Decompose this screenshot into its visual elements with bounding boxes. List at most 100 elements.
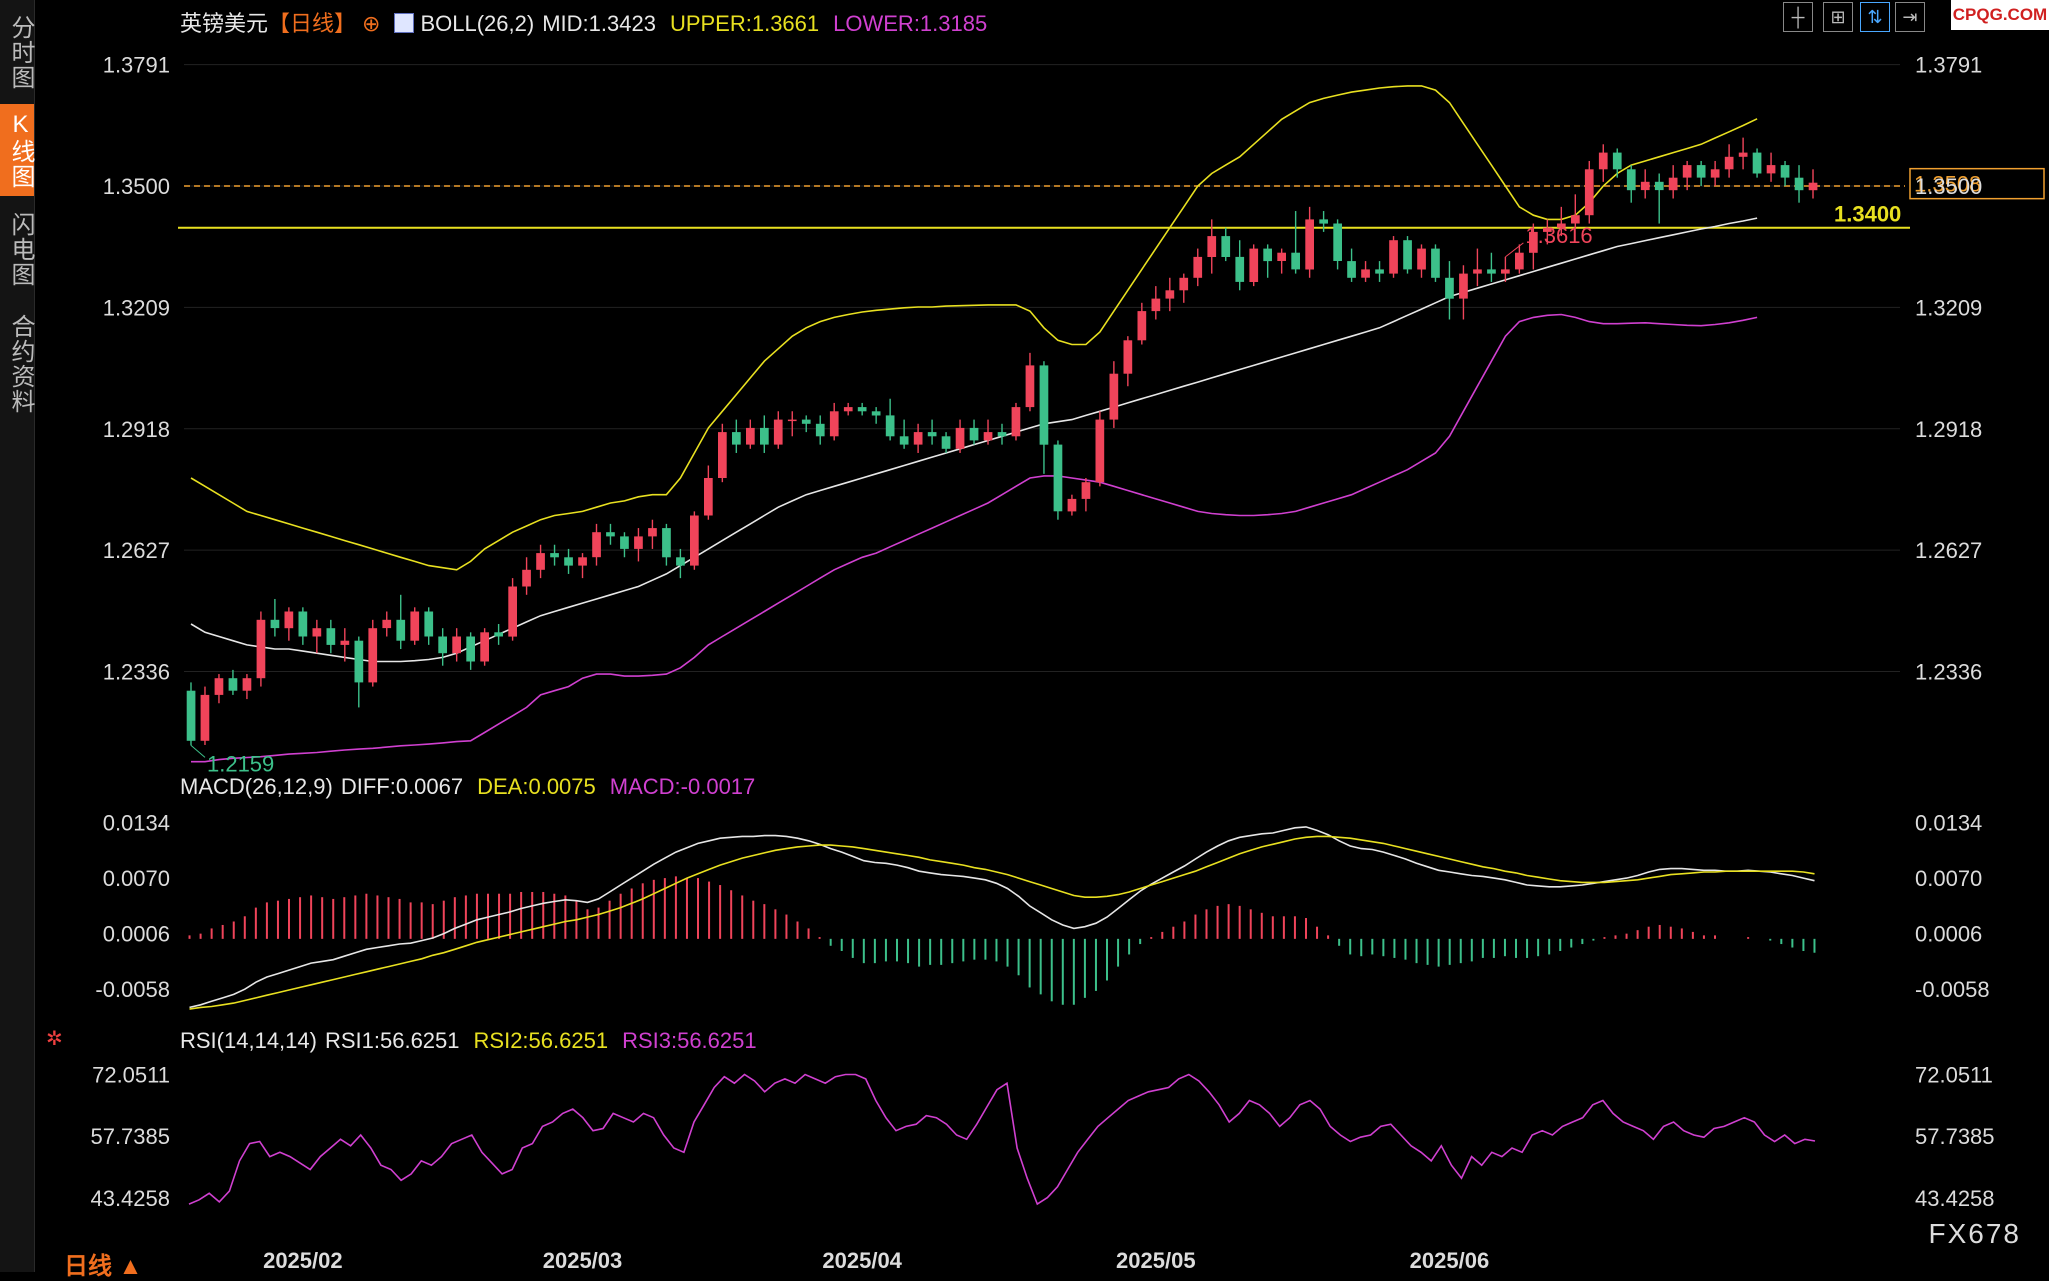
candle-body: [1445, 277, 1454, 299]
boll-title: BOLL(26,2): [420, 11, 535, 36]
candle-body: [1389, 240, 1398, 274]
date-label: 2025/05: [1116, 1248, 1196, 1272]
site-logo: CPQG.COM: [1951, 0, 2049, 30]
date-label: 2025/04: [822, 1248, 902, 1272]
candle-body: [1333, 223, 1342, 261]
zoom-fit-icon[interactable]: ⇥: [1895, 2, 1925, 32]
candle-body: [801, 419, 811, 424]
candle-body: [1710, 169, 1720, 178]
support-level-label: 1.3400: [1834, 202, 1901, 227]
candle-body: [1375, 269, 1384, 274]
candle-body: [284, 611, 294, 629]
candle-body: [1780, 165, 1790, 178]
candle-body: [1612, 152, 1622, 170]
candle-body: [997, 432, 1007, 437]
candle-body: [1249, 248, 1259, 282]
chart-canvas[interactable]: 1.34001.36161.21591.3508 1.3791 1.37911.3…: [0, 0, 2049, 1272]
boll-legend: 英镑美元【日线】 ⊕ BOLL(26,2) MID:1.3423 UPPER:1.366…: [180, 6, 1001, 38]
candle-body: [760, 427, 769, 445]
candle-body: [452, 636, 461, 654]
candle-body: [186, 690, 196, 741]
candle-body: [1640, 181, 1650, 191]
candle-body: [746, 427, 755, 445]
candle-body: [829, 411, 839, 437]
candle-body: [1361, 269, 1370, 278]
bar-chart-icon[interactable]: ⊞: [1823, 2, 1853, 32]
candle-body: [1473, 269, 1482, 274]
candle-body: [536, 553, 545, 570]
candle-body: [1584, 169, 1594, 216]
boll-indicator-icon[interactable]: [394, 13, 415, 33]
candle-body: [885, 415, 895, 437]
candle-body: [606, 532, 615, 537]
macd-tick-right: -0.0058: [1915, 977, 1990, 1002]
candle-body: [522, 569, 531, 587]
low-marker-leader: [190, 745, 206, 758]
price-tick-left: 1.2627: [103, 538, 170, 563]
rsi1-value: RSI1:56.6251: [324, 1028, 460, 1053]
macd-tick-right: 0.0134: [1915, 811, 1982, 836]
compare-icon[interactable]: ⇅: [1860, 2, 1890, 32]
candle-body: [1291, 252, 1300, 270]
candle-body: [815, 423, 825, 437]
candle-body: [242, 678, 252, 691]
candle-body: [1752, 152, 1762, 174]
price-tick-left: 1.2918: [103, 417, 170, 442]
candle-body: [941, 436, 951, 449]
candle-body: [410, 611, 420, 641]
macd-tick-left: -0.0058: [95, 977, 170, 1002]
candle-body: [1459, 273, 1468, 299]
candle-body: [200, 694, 210, 741]
plus-circle-icon[interactable]: ⊕: [362, 11, 380, 36]
candle-body: [354, 640, 364, 683]
candle-body: [1431, 248, 1440, 278]
macd-title: MACD(26,12,9): [180, 774, 333, 799]
rsi3-value: RSI3:56.6251: [622, 1028, 757, 1053]
candle-body: [1039, 365, 1049, 445]
candle-body: [1277, 252, 1286, 261]
candle-body: [228, 678, 238, 691]
candle-body: [662, 528, 671, 558]
candle-body: [1221, 236, 1231, 257]
candle-body: [1501, 269, 1510, 274]
macd-tick-left: 0.0134: [103, 811, 170, 836]
candle-body: [1081, 482, 1091, 499]
candle-body: [1207, 236, 1217, 257]
high-price-label: 1.3616: [1525, 223, 1592, 248]
candle-body: [214, 678, 224, 695]
rsi-legend: RSI(14,14,14) RSI1:56.6251 RSI2:56.6251 RSI…: [180, 1028, 771, 1054]
candle-body: [564, 557, 573, 566]
rsi-tick-left: 72.0511: [92, 1062, 170, 1087]
candle-body: [1682, 165, 1692, 178]
boll-upper-line: [190, 85, 1758, 571]
candle-body: [270, 619, 280, 629]
period-button[interactable]: 日线 ▲: [64, 1246, 142, 1281]
candle-body: [1151, 298, 1161, 312]
candle-body: [1347, 261, 1356, 278]
candle-body: [1137, 311, 1147, 341]
candle-body: [1109, 373, 1119, 420]
candle-body: [1626, 169, 1636, 191]
price-tick-left: 1.2336: [103, 660, 170, 685]
rsi-line: [188, 1073, 1816, 1206]
candle-body: [676, 557, 685, 566]
candle-body: [438, 636, 447, 654]
macd-legend: MACD(26,12,9) DIFF:0.0067 DEA:0.0075 MACD:-…: [180, 774, 769, 800]
candle-body: [718, 432, 727, 478]
boll-lower-value: LOWER:1.3185: [833, 11, 988, 36]
rsi-tick-right: 43.4258: [1915, 1186, 1995, 1211]
candle-body: [396, 619, 406, 641]
period-tag[interactable]: 【日线】: [268, 11, 356, 36]
date-label: 2025/03: [543, 1248, 623, 1272]
candle-body: [983, 432, 993, 441]
price-tick-right: 1.2918: [1915, 417, 1982, 442]
candle-body: [578, 557, 587, 566]
candle-body: [1165, 290, 1175, 299]
candle-body: [298, 611, 308, 637]
settings-gear-icon[interactable]: ✲: [46, 1026, 63, 1051]
price-tick-right: 1.3209: [1915, 295, 1982, 320]
candle-body: [480, 632, 489, 662]
candle-body: [620, 536, 629, 549]
rsi-tick-left: 43.4258: [90, 1186, 170, 1211]
crosshair-icon[interactable]: ┼: [1783, 2, 1813, 32]
